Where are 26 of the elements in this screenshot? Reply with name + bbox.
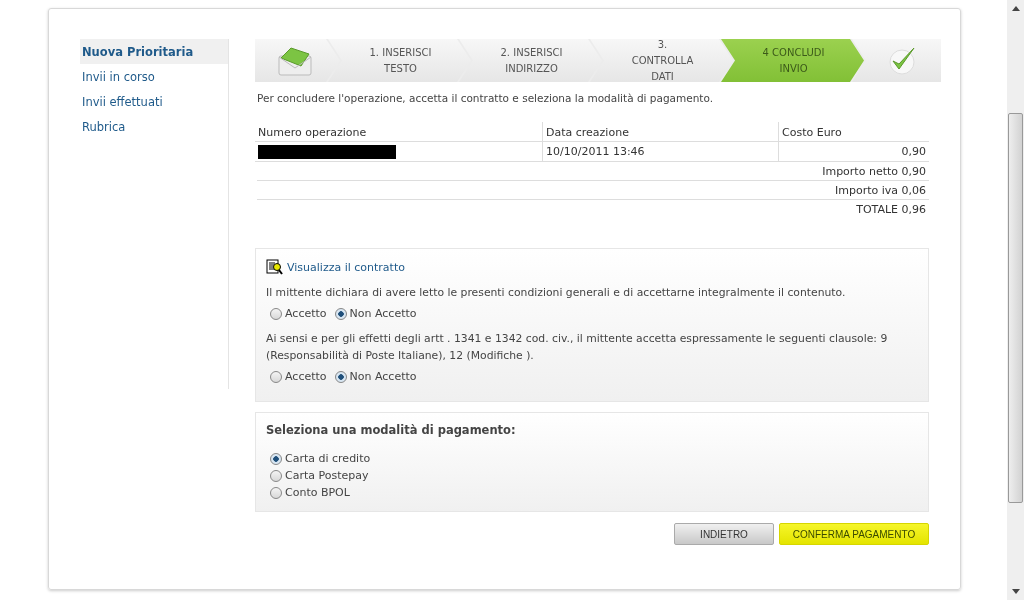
confirm-button[interactable]: CONFERMA PAGAMENTO bbox=[779, 523, 929, 545]
back-button[interactable]: INDIETRO bbox=[674, 523, 774, 545]
total-text: TOTALE 0,96 bbox=[855, 202, 927, 218]
radio-option[interactable]: Non Accetto bbox=[334, 370, 417, 383]
column-header: Numero operazione bbox=[255, 122, 542, 142]
sidebar-item[interactable]: Rubrica bbox=[80, 114, 228, 139]
sidebar-item[interactable]: Nuova Prioritaria bbox=[80, 39, 228, 64]
radio-option[interactable]: Carta di credito bbox=[270, 452, 918, 465]
payment-title: Seleziona una modalità di pagamento: bbox=[266, 423, 517, 437]
sidebar-item[interactable]: Invii in corso bbox=[80, 64, 228, 89]
radio-option[interactable]: Carta Postepay bbox=[270, 469, 918, 482]
total-text: Importo netto 0,90 bbox=[257, 162, 929, 181]
table-cell: 10/10/2011 13:46 bbox=[542, 142, 778, 162]
instruction-text: Per concludere l'operazione, accetta il contratto e seleziona la modalità di pagamento. bbox=[257, 92, 715, 104]
clause-text: Il mittente dichiara di avere letto le presenti condizioni generali e di accettarne integralmente il contenuto. bbox=[266, 285, 847, 301]
total-text: Importo iva 0,06 bbox=[257, 181, 929, 200]
clause-text: Ai sensi e per gli effetti degli artt . 1341 e 1342 cod. civ., il mittente accetta espressamente le seguenti clausole: 9 (Responsabilità di Poste Italiane), 12 (Modifiche ). bbox=[266, 331, 889, 364]
contract-link[interactable]: Visualizza il contratto bbox=[287, 260, 405, 274]
table-cell: 0,90 bbox=[778, 142, 929, 162]
column-header: Costo Euro bbox=[778, 122, 929, 142]
radio-option[interactable]: Accetto bbox=[270, 307, 327, 320]
sidebar-item[interactable]: Invii effettuati bbox=[80, 89, 228, 114]
column-header: Data creazione bbox=[542, 122, 778, 142]
radio-option[interactable]: Conto BPOL bbox=[270, 486, 918, 499]
radio-option[interactable]: Non Accetto bbox=[334, 307, 417, 320]
radio-option[interactable]: Accetto bbox=[270, 370, 327, 383]
